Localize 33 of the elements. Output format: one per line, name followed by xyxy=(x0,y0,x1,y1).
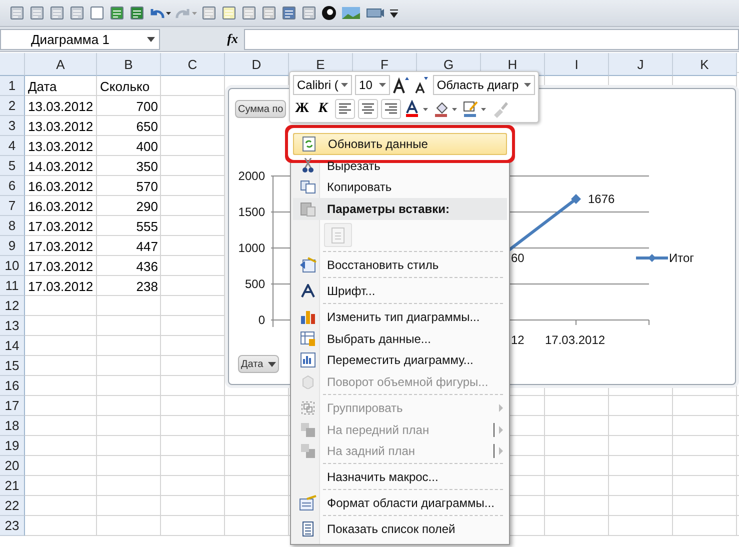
table-cell-text: 16.03.2012 xyxy=(27,198,94,216)
table-cell-text: 14.03.2012 xyxy=(27,158,94,176)
table-cell-text: 700 xyxy=(135,98,159,116)
axis-category-label: 17.03.2012 xyxy=(545,333,606,347)
table-cell-text: 350 xyxy=(135,158,159,176)
table-cell-text: 13.03.2012 xyxy=(27,138,94,156)
table-cell-text: 447 xyxy=(135,238,159,256)
data-label: 1676 xyxy=(588,192,615,206)
table-cell-text: 13.03.2012 xyxy=(27,118,94,136)
menu-section-header: Параметры вставки: xyxy=(293,198,507,220)
table-cell-text: 16.03.2012 xyxy=(27,178,94,196)
table-cell-text: 436 xyxy=(135,258,159,276)
table-cell-text: 17.03.2012 xyxy=(27,258,94,276)
table-cell-text: 400 xyxy=(135,138,159,156)
legend-label: Итог xyxy=(669,251,694,265)
axis-tick-label: 500 xyxy=(244,277,265,291)
table-cell-text: 17.03.2012 xyxy=(27,238,94,256)
table-cell-text: 17.03.2012 xyxy=(27,278,94,296)
axis-category-label: 12 xyxy=(511,333,524,347)
table-cell-text: 555 xyxy=(135,218,159,236)
table-cell-text: 290 xyxy=(135,198,159,216)
axis-tick-label: 1000 xyxy=(238,241,265,255)
axis-tick-label: 2000 xyxy=(238,169,265,183)
table-cell-text: 650 xyxy=(135,118,159,136)
table-cell-text: 17.03.2012 xyxy=(27,218,94,236)
axis-tick-label: 0 xyxy=(258,313,265,327)
table-cell-text: Дата xyxy=(27,78,58,96)
table-cell-text: 570 xyxy=(135,178,159,196)
data-label: 60 xyxy=(511,251,524,265)
table-cell-text: Сколько xyxy=(99,78,151,96)
table-cell-text: 238 xyxy=(135,278,159,296)
axis-tick-label: 1500 xyxy=(238,205,265,219)
table-cell-text: 13.03.2012 xyxy=(27,98,94,116)
